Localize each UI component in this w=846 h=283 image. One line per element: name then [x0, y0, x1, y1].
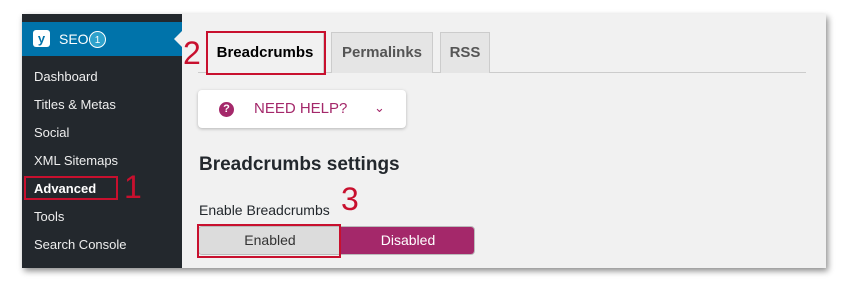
seo-label: SEO — [59, 31, 89, 47]
tab-rss[interactable]: RSS — [440, 32, 490, 73]
sidebar-item-social[interactable]: Social — [34, 125, 69, 140]
sidebar-item-tools[interactable]: Tools — [34, 209, 64, 224]
sidebar-item-titles-metas[interactable]: Titles & Metas — [34, 97, 116, 112]
enable-breadcrumbs-label: Enable Breadcrumbs — [199, 202, 330, 218]
annotation-box-enabled — [197, 224, 341, 258]
annotation-number-1: 1 — [124, 169, 142, 205]
notification-badge: 1 — [89, 31, 106, 48]
sidebar-item-xml-sitemaps[interactable]: XML Sitemaps — [34, 153, 118, 168]
sidebar-item-search-console[interactable]: Search Console — [34, 237, 127, 252]
question-circle-icon: ? — [219, 102, 234, 117]
current-menu-arrow — [174, 31, 182, 47]
section-title: Breadcrumbs settings — [199, 154, 400, 175]
admin-sidebar: y SEO 1 Dashboard Titles & Metas Social … — [22, 14, 182, 268]
annotation-number-3: 3 — [341, 181, 359, 217]
wordpress-admin-window: y SEO 1 Dashboard Titles & Metas Social … — [22, 14, 826, 268]
yoast-icon: y — [33, 30, 50, 47]
annotation-number-2: 2 — [183, 35, 201, 71]
need-help-label: NEED HELP? — [254, 100, 348, 117]
annotation-box-breadcrumbs-tab — [206, 31, 326, 75]
disabled-option[interactable]: Disabled — [341, 227, 474, 254]
tab-permalinks[interactable]: Permalinks — [331, 32, 433, 73]
need-help-button[interactable]: ? NEED HELP? ⌄ — [198, 90, 406, 128]
chevron-down-icon: ⌄ — [374, 100, 385, 115]
annotation-box-advanced — [24, 176, 118, 200]
sidebar-item-seo[interactable]: y SEO 1 — [22, 22, 182, 56]
sidebar-item-dashboard[interactable]: Dashboard — [34, 69, 98, 84]
